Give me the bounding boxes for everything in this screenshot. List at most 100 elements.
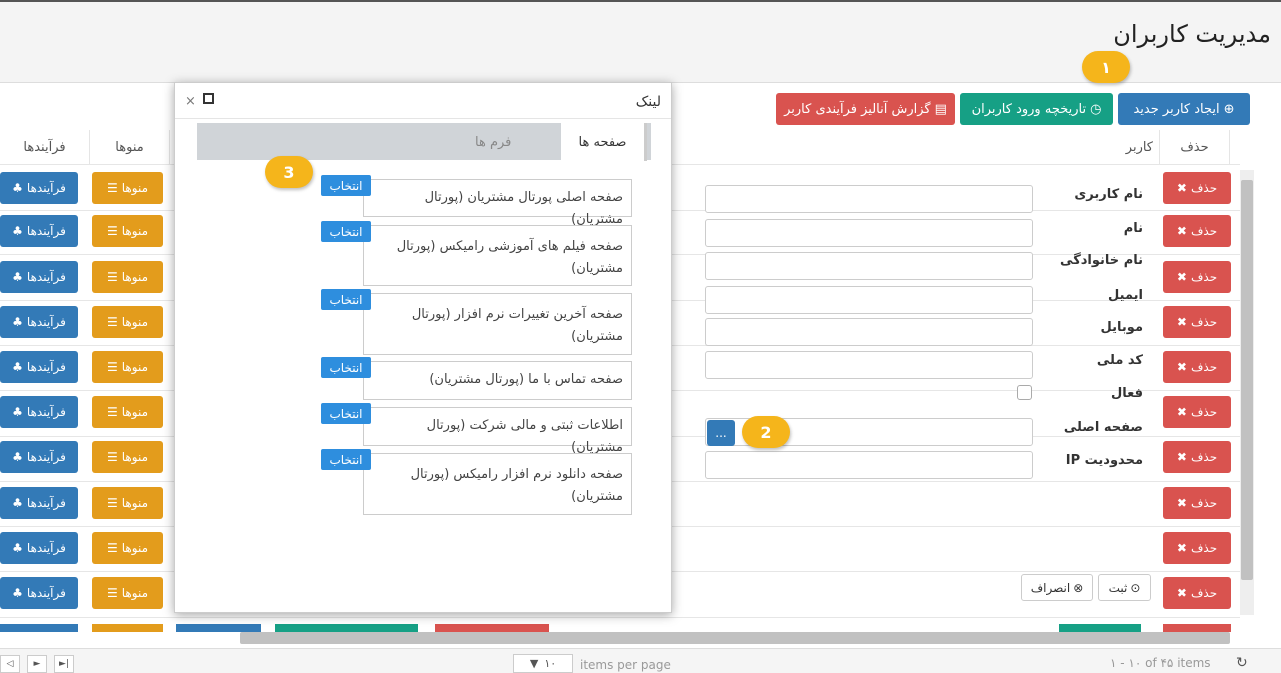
processes-button[interactable]: فرآیندها ♣ xyxy=(0,215,78,247)
process-report-button[interactable]: ▤ گزارش آنالیز فرآیندی کاربر xyxy=(776,93,955,125)
link-dialog: لینک × صفحه ها فرم ها صفحه اصلی پورتال م… xyxy=(174,82,672,613)
partial-red-button xyxy=(435,624,549,632)
menus-button[interactable]: منوها ☰ xyxy=(92,577,163,609)
partial-teal-button xyxy=(275,624,418,632)
processes-button[interactable]: فرآیندها ♣ xyxy=(0,441,78,473)
delete-button[interactable]: حذف ✖ xyxy=(1163,396,1231,428)
lastname-input[interactable] xyxy=(705,252,1033,280)
menus-button[interactable]: منوها ☰ xyxy=(92,215,163,247)
header-delete[interactable]: حذف xyxy=(1160,130,1230,164)
menus-button[interactable]: منوها ☰ xyxy=(92,261,163,293)
username-input[interactable] xyxy=(705,185,1033,213)
page-list-item[interactable]: اطلاعات ثبتی و مالی شرکت (پورتال مشتریان… xyxy=(363,407,632,455)
header-menus[interactable]: منوها xyxy=(90,130,170,164)
list-icon: ☰ xyxy=(107,315,118,329)
delete-label: حذف xyxy=(1190,586,1218,600)
delete-button[interactable]: حذف ✖ xyxy=(1163,487,1231,519)
horizontal-scroll-thumb[interactable] xyxy=(240,632,1230,644)
bell-icon: ♣ xyxy=(12,496,23,510)
page-list-item[interactable]: صفحه فیلم های آموزشی رامیکس (پورتال مشتر… xyxy=(363,225,632,286)
select-button[interactable]: انتخاب xyxy=(321,403,371,424)
maximize-icon[interactable] xyxy=(203,93,214,104)
tab-pages[interactable]: صفحه ها xyxy=(561,123,647,161)
vertical-scroll-thumb[interactable] xyxy=(1241,180,1253,580)
first-page-icon[interactable]: ◁ xyxy=(0,655,20,673)
delete-button[interactable]: حذف ✖ xyxy=(1163,172,1231,204)
close-icon[interactable]: × xyxy=(185,94,196,109)
delete-button[interactable]: حذف ✖ xyxy=(1163,351,1231,383)
delete-button[interactable]: حذف ✖ xyxy=(1163,215,1231,247)
delete-button[interactable]: حذف ✖ xyxy=(1163,577,1231,609)
page-list-item[interactable]: صفحه آخرین تغییرات نرم افزار (پورتال مشت… xyxy=(363,293,632,355)
processes-button[interactable]: فرآیندها ♣ xyxy=(0,306,78,338)
menus-label: منوها xyxy=(121,450,148,464)
delete-label: حذف xyxy=(1190,315,1218,329)
processes-button[interactable]: فرآیندها ♣ xyxy=(0,396,78,428)
callout-1: ۱ xyxy=(1082,51,1130,83)
page-size-value: ۱۰ xyxy=(544,657,557,670)
header-processes[interactable]: فرآیندها xyxy=(0,130,90,164)
times-icon: ✖ xyxy=(1176,405,1187,419)
menus-button[interactable]: منوها ☰ xyxy=(92,396,163,428)
header-user[interactable]: کاربر xyxy=(1060,130,1160,164)
name-label: نام xyxy=(1123,221,1143,236)
page-list-item[interactable]: صفحه تماس با ما (پورتال مشتریان) xyxy=(363,361,632,400)
menus-label: منوها xyxy=(121,586,148,600)
menus-button[interactable]: منوها ☰ xyxy=(92,351,163,383)
next-page-icon[interactable]: ► xyxy=(27,655,47,673)
processes-button[interactable]: فرآیندها ♣ xyxy=(0,532,78,564)
menus-label: منوها xyxy=(121,181,148,195)
processes-button[interactable]: فرآیندها ♣ xyxy=(0,577,78,609)
processes-button[interactable]: فرآیندها ♣ xyxy=(0,487,78,519)
mobile-input[interactable] xyxy=(705,318,1033,346)
delete-label: حذف xyxy=(1190,541,1218,555)
select-button[interactable]: انتخاب xyxy=(321,357,371,378)
browse-button[interactable]: ... xyxy=(707,420,735,446)
list-icon: ☰ xyxy=(107,541,118,555)
select-button[interactable]: انتخاب xyxy=(321,449,371,470)
select-button[interactable]: انتخاب xyxy=(321,221,371,242)
select-button[interactable]: انتخاب xyxy=(321,175,371,196)
save-button[interactable]: ثبت ⊙ xyxy=(1098,574,1151,601)
select-button[interactable]: انتخاب xyxy=(321,289,371,310)
processes-label: فرآیندها xyxy=(26,405,66,419)
name-input[interactable] xyxy=(705,219,1033,247)
page-list-item[interactable]: صفحه اصلی پورتال مشتریان (پورتال مشتریان… xyxy=(363,179,632,227)
menus-button[interactable]: منوها ☰ xyxy=(92,172,163,204)
processes-button[interactable]: فرآیندها ♣ xyxy=(0,351,78,383)
refresh-icon[interactable]: ↻ xyxy=(1236,655,1248,671)
menus-button[interactable]: منوها ☰ xyxy=(92,487,163,519)
delete-button[interactable]: حذف ✖ xyxy=(1163,261,1231,293)
create-user-button[interactable]: ⊕ ایجاد کاربر جدید xyxy=(1118,93,1250,125)
processes-label: فرآیندها xyxy=(26,541,66,555)
menus-label: منوها xyxy=(121,270,148,284)
menus-button[interactable]: منوها ☰ xyxy=(92,532,163,564)
delete-button[interactable]: حذف ✖ xyxy=(1163,441,1231,473)
tab-forms[interactable]: فرم ها xyxy=(475,135,511,150)
bell-icon: ♣ xyxy=(12,360,23,374)
delete-button[interactable]: حذف ✖ xyxy=(1163,306,1231,338)
processes-button[interactable]: فرآیندها ♣ xyxy=(0,261,78,293)
list-icon: ☰ xyxy=(107,224,118,238)
chevron-down-icon: ▼ xyxy=(529,657,539,670)
page-list-item[interactable]: صفحه دانلود نرم افزار رامیکس (پورتال مشت… xyxy=(363,453,632,515)
dialog-header: لینک × xyxy=(175,83,671,119)
last-page-icon[interactable]: ►| xyxy=(54,655,74,673)
menus-button[interactable]: منوها ☰ xyxy=(92,306,163,338)
national-code-input[interactable] xyxy=(705,351,1033,379)
email-input[interactable] xyxy=(705,286,1033,314)
partial-delete-button xyxy=(1163,624,1231,632)
login-history-button[interactable]: ◷ تاریخچه ورود کاربران xyxy=(960,93,1113,125)
delete-button[interactable]: حذف ✖ xyxy=(1163,532,1231,564)
processes-label: فرآیندها xyxy=(26,360,66,374)
ip-limit-input[interactable] xyxy=(705,451,1033,479)
login-history-label: تاریخچه ورود کاربران xyxy=(971,101,1087,117)
page-size-select[interactable]: ▼ ۱۰ xyxy=(513,654,573,673)
menus-button[interactable]: منوها ☰ xyxy=(92,441,163,473)
active-checkbox[interactable] xyxy=(1017,385,1032,400)
cancel-button[interactable]: انصراف ⊗ xyxy=(1021,574,1093,601)
list-icon: ☰ xyxy=(107,586,118,600)
times-icon: ✖ xyxy=(1176,224,1187,238)
partial-menus-button xyxy=(92,624,163,632)
processes-button[interactable]: فرآیندها ♣ xyxy=(0,172,78,204)
